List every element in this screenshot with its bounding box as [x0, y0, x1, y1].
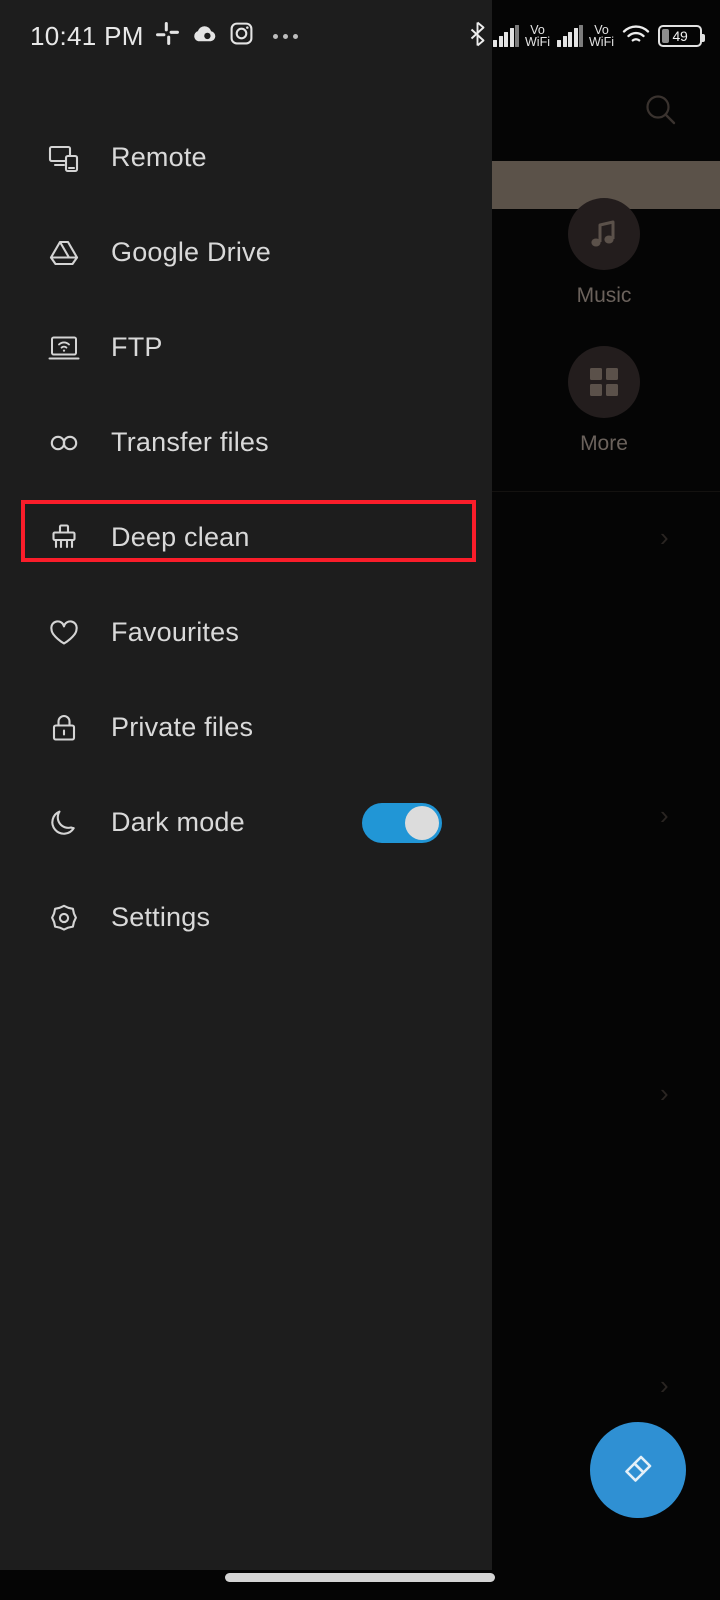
- battery-fill: [662, 29, 669, 43]
- shortcut-label: Music: [576, 284, 632, 307]
- music-note-icon: [568, 198, 640, 270]
- signal-bars-icon: [493, 25, 519, 47]
- lock-icon: [44, 708, 84, 748]
- status-bar-right: Vo WiFi Vo WiFi 49: [469, 0, 705, 72]
- chevron-right-icon[interactable]: ›: [660, 800, 669, 831]
- sidebar-item-private-files[interactable]: Private files: [0, 680, 492, 775]
- navigation-drawer: Remote Google Drive FTP Transfer files D…: [0, 0, 492, 1570]
- status-clock: 10:41 PM: [30, 20, 144, 51]
- toggle-knob: [405, 805, 439, 840]
- sidebar-item-google-drive[interactable]: Google Drive: [0, 205, 492, 300]
- status-bar-left: 10:41 PM: [30, 0, 298, 72]
- moon-icon: [44, 803, 84, 843]
- sidebar-item-label: Google Drive: [111, 237, 271, 267]
- sidebar-item-label: Transfer files: [111, 427, 269, 457]
- sidebar-item-label: Private files: [111, 712, 254, 742]
- google-drive-icon: [44, 233, 84, 273]
- sidebar-item-favourites[interactable]: Favourites: [0, 585, 492, 680]
- chevron-right-icon[interactable]: ›: [660, 1370, 669, 1401]
- infinity-icon: [44, 423, 84, 463]
- vowifi-label: Vo WiFi: [589, 24, 614, 49]
- phone-screen: Music More › › › › Remote Google Drive F…: [0, 0, 720, 1600]
- sidebar-item-label: Settings: [111, 902, 211, 932]
- gear-icon: [44, 898, 84, 938]
- wifi-icon: [621, 22, 651, 51]
- brush-icon: [625, 1455, 652, 1482]
- battery-level-text: 49: [672, 28, 688, 44]
- sidebar-item-transfer-files[interactable]: Transfer files: [0, 395, 492, 490]
- search-icon[interactable]: [640, 90, 682, 132]
- heart-icon: [44, 613, 84, 653]
- ftp-laptop-wifi-icon: [44, 328, 84, 368]
- slack-icon: [155, 21, 180, 51]
- grid-four-squares-icon: [568, 346, 640, 418]
- sidebar-item-label: FTP: [111, 332, 163, 362]
- sidebar-item-dark-mode[interactable]: Dark mode: [0, 775, 492, 870]
- chevron-right-icon[interactable]: ›: [660, 522, 669, 553]
- remote-cast-icon: [44, 138, 84, 178]
- deep-clean-fab[interactable]: [590, 1422, 686, 1518]
- sidebar-item-settings[interactable]: Settings: [0, 870, 492, 965]
- sidebar-item-label: Favourites: [111, 617, 240, 647]
- bluetooth-icon: [469, 21, 486, 52]
- shortcut-music[interactable]: Music: [544, 198, 664, 308]
- drawer-menu-list: Remote Google Drive FTP Transfer files D…: [0, 110, 492, 965]
- broom-icon: [44, 518, 84, 558]
- battery-icon: 49: [658, 25, 705, 47]
- cloud-icon: [191, 21, 218, 51]
- sidebar-item-remote[interactable]: Remote: [0, 110, 492, 205]
- status-bar: 10:41 PM Vo WiFi Vo WiFi 49: [0, 0, 720, 72]
- vowifi-line2: WiFi: [525, 35, 550, 49]
- instagram-icon: [229, 21, 254, 51]
- sidebar-item-label: Deep clean: [111, 522, 250, 552]
- dark-mode-toggle[interactable]: [362, 802, 442, 843]
- vowifi-line2: WiFi: [589, 35, 614, 49]
- vowifi-label: Vo WiFi: [525, 24, 550, 49]
- sidebar-item-deep-clean[interactable]: Deep clean: [0, 490, 492, 585]
- signal-bars-icon: [557, 25, 583, 47]
- chevron-right-icon[interactable]: ›: [660, 1078, 669, 1109]
- gesture-navigation-bar[interactable]: [225, 1573, 495, 1582]
- overflow-dots-icon: [272, 33, 298, 39]
- sidebar-item-label: Dark mode: [111, 807, 245, 837]
- sidebar-item-label: Remote: [111, 142, 207, 172]
- shortcut-label: More: [580, 432, 628, 455]
- divider: [492, 491, 720, 492]
- sidebar-item-ftp[interactable]: FTP: [0, 300, 492, 395]
- shortcut-more[interactable]: More: [544, 346, 664, 456]
